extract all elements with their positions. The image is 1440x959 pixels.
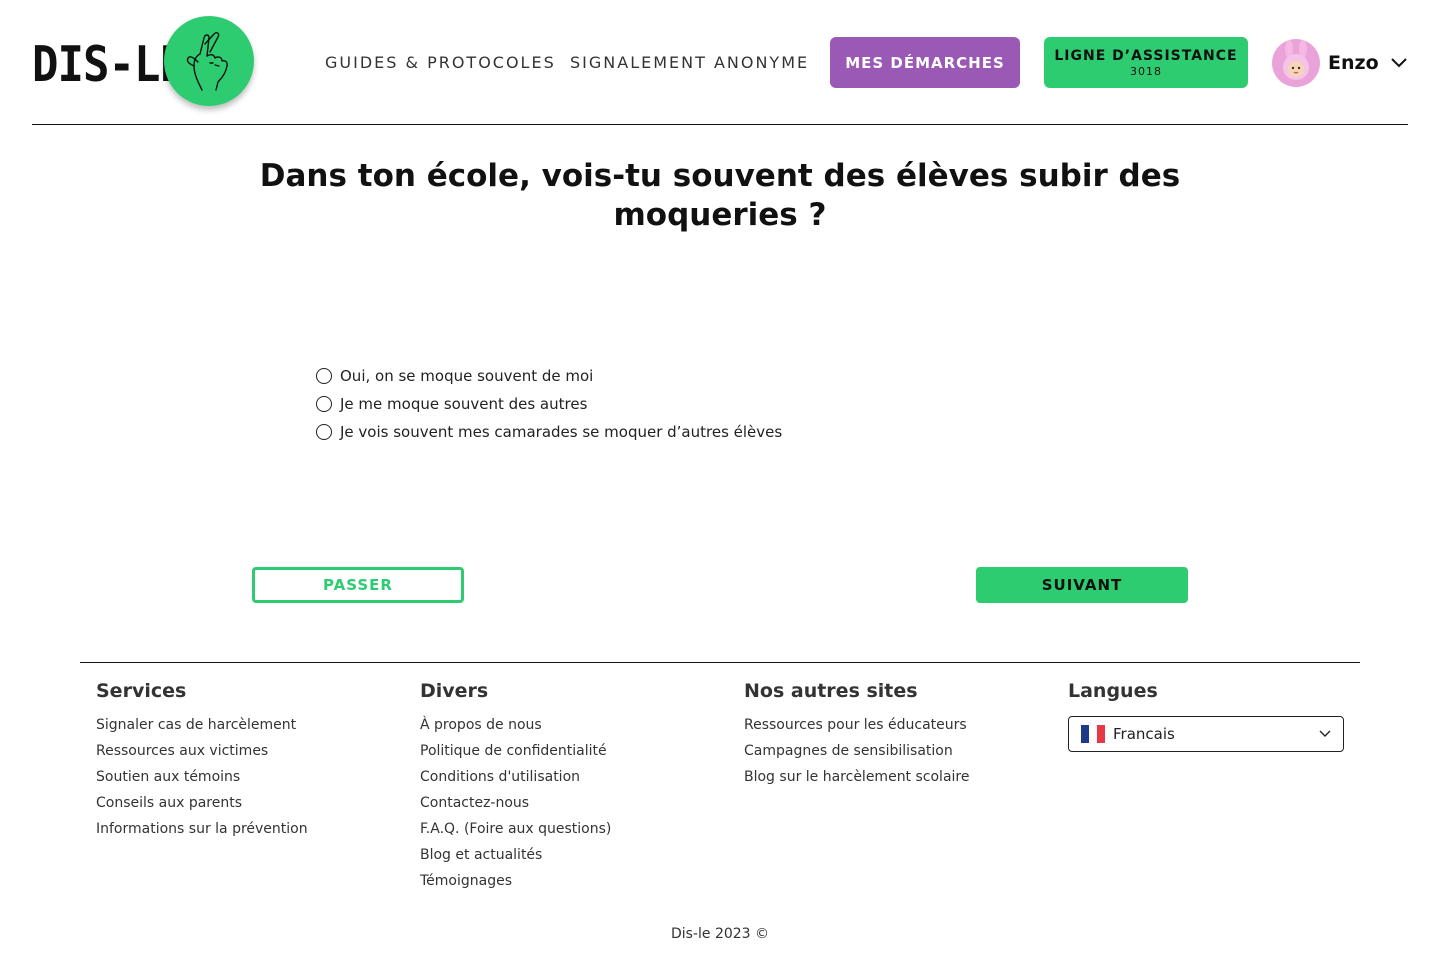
footer-link[interactable]: Campagnes de sensibilisation [744,742,969,768]
footer-link[interactable]: Soutien aux témoins [96,768,308,794]
radio-button[interactable] [316,396,332,412]
answer-option-label: Oui, on se moque souvent de moi [340,367,594,385]
nav-anonymous-report-link[interactable]: SIGNALEMENT ANONYME [570,53,809,72]
copyright: Dis-le 2023 © [670,926,770,942]
skip-button[interactable]: PASSER [252,567,464,603]
brand-logo-text[interactable]: DIS-LE [32,36,186,93]
footer-heading: Services [96,680,187,702]
my-procedures-button[interactable]: MES DÉMARCHES [830,37,1020,88]
footer-link[interactable]: Informations sur la prévention [96,820,308,846]
site-header: DIS-LE GUIDES & PROTOCOLES SIGNALEMENT A… [32,0,1408,125]
radio-button[interactable] [316,424,332,440]
footer-link[interactable]: Ressources pour les éducateurs [744,716,969,742]
french-flag-icon [1081,725,1105,743]
footer-services: Services Signaler cas de harcèlement Res… [96,680,308,846]
nav-guides-link[interactable]: GUIDES & PROTOCOLES [325,53,556,72]
footer-link[interactable]: Politique de confidentialité [420,742,611,768]
helpline-button[interactable]: LIGNE D’ASSISTANCE 3018 [1044,37,1248,88]
footer-link[interactable]: Ressources aux victimes [96,742,308,768]
answer-option[interactable]: Oui, on se moque souvent de moi [316,362,782,390]
answer-options: Oui, on se moque souvent de moi Je me mo… [316,362,782,446]
footer-link[interactable]: Témoignages [420,872,611,898]
helpline-number: 3018 [1130,64,1162,78]
language-select-value: Francais [1113,725,1175,743]
chevron-down-icon[interactable] [1390,58,1407,68]
footer-heading: Langues [1068,680,1158,702]
footer-link[interactable]: Conseils aux parents [96,794,308,820]
footer-link[interactable]: Blog sur le harcèlement scolaire [744,768,969,794]
radio-button[interactable] [316,368,332,384]
user-name: Enzo [1328,52,1379,74]
user-menu[interactable]: Enzo [1272,39,1407,87]
helpline-label: LIGNE D’ASSISTANCE [1054,47,1238,64]
footer-languages: Langues Francais [1068,680,1344,752]
answer-option[interactable]: Je me moque souvent des autres [316,390,782,418]
crossed-fingers-logo-icon[interactable] [164,16,254,106]
footer-other-sites: Nos autres sites Ressources pour les édu… [744,680,969,794]
footer-heading: Divers [420,680,489,702]
footer-heading: Nos autres sites [744,680,918,702]
question-title: Dans ton école, vois-tu souvent des élèv… [259,158,1181,233]
language-select[interactable]: Francais [1068,716,1344,752]
footer-divers: Divers À propos de nous Politique de con… [420,680,611,898]
next-button[interactable]: SUIVANT [976,567,1188,603]
answer-option-label: Je vois souvent mes camarades se moquer … [340,423,783,441]
chevron-down-icon [1319,730,1331,737]
answer-option[interactable]: Je vois souvent mes camarades se moquer … [316,418,782,446]
footer-link[interactable]: F.A.Q. (Foire aux questions) [420,820,611,846]
footer-link[interactable]: Contactez-nous [420,794,611,820]
footer-link[interactable]: À propos de nous [420,716,611,742]
footer-divider [80,662,1360,663]
answer-option-label: Je me moque souvent des autres [340,395,588,413]
footer-link[interactable]: Blog et actualités [420,846,611,872]
footer-link[interactable]: Signaler cas de harcèlement [96,716,308,742]
avatar [1272,39,1320,87]
footer-link[interactable]: Conditions d'utilisation [420,768,611,794]
